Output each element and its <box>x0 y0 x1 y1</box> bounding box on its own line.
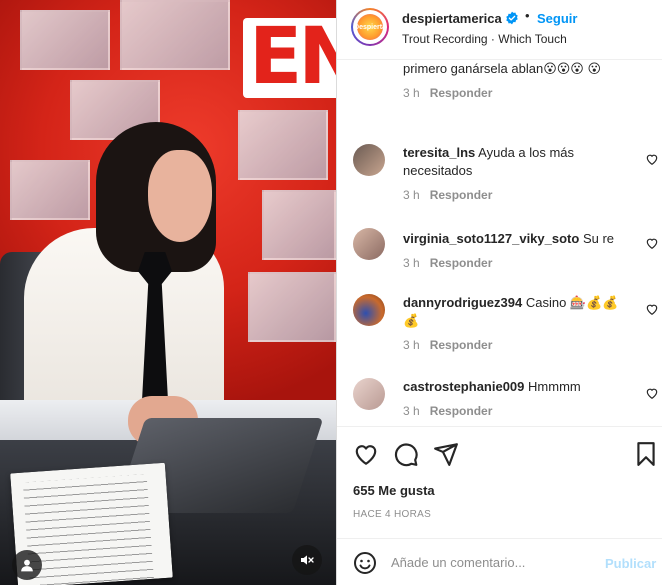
post-side-panel: Despierta despiertamerica • Seguir Trout… <box>336 0 662 585</box>
follow-button[interactable]: Seguir <box>537 11 577 26</box>
comment-time: 3 h <box>403 256 420 270</box>
mute-button[interactable] <box>292 545 322 575</box>
verified-badge-icon <box>506 11 518 25</box>
comments-list[interactable]: primero ganársela ablan😮😮😮 😮 3 h Responde… <box>337 60 662 426</box>
studio-screen <box>20 10 110 70</box>
like-comment-heart-icon[interactable] <box>645 386 659 400</box>
comment-meta: 3 h Responder <box>403 86 629 100</box>
commenter-avatar[interactable] <box>353 294 385 326</box>
comment-meta: 3 h Responder <box>403 256 629 270</box>
like-comment-heart-icon[interactable] <box>645 152 659 166</box>
like-comment-heart-icon[interactable] <box>645 236 659 250</box>
brand-logo: Despierta <box>354 14 386 40</box>
like-heart-icon[interactable] <box>353 441 379 467</box>
comment-text: primero ganársela ablan😮😮😮 😮 <box>403 61 602 76</box>
comment-meta: 3 h Responder <box>403 188 629 202</box>
comment-time: 3 h <box>403 86 420 100</box>
reply-button[interactable]: Responder <box>430 256 493 270</box>
share-send-icon[interactable] <box>433 441 459 467</box>
comment-time: 3 h <box>403 404 420 418</box>
comment-meta: 3 h Responder <box>403 338 629 352</box>
reply-button[interactable]: Responder <box>430 188 493 202</box>
studio-screen <box>120 0 230 70</box>
comment-bubble-icon[interactable] <box>393 441 419 467</box>
comment-text: virginia_soto1127_viky_soto Su re <box>403 230 629 248</box>
likes-count[interactable]: 655 Me gusta <box>353 483 435 498</box>
like-comment-heart-icon[interactable] <box>645 302 659 316</box>
news-banner-text: EN <box>249 18 336 98</box>
comment-text: teresita_lns Ayuda a los más necesitados <box>403 144 629 180</box>
comment-time: 3 h <box>403 338 420 352</box>
news-banner: EN <box>243 18 336 98</box>
publish-button[interactable]: Publicar <box>605 556 656 571</box>
comment-text: dannyrodriguez394 Casino 🎰💰💰 💰 <box>403 294 629 330</box>
commenter-username[interactable]: virginia_soto1127_viky_soto <box>403 231 579 246</box>
comment-composer: Publicar <box>337 538 662 585</box>
account-username[interactable]: despiertamerica <box>402 11 502 26</box>
comment-meta: 3 h Responder <box>403 404 629 418</box>
user-icon <box>21 559 33 572</box>
host-face <box>148 150 212 242</box>
studio-screen <box>238 110 328 180</box>
commenter-avatar[interactable] <box>353 144 385 176</box>
commenter-avatar[interactable] <box>353 378 385 410</box>
commenter-username[interactable]: castrostephanie009 <box>403 379 524 394</box>
header-separator: • <box>525 8 530 23</box>
account-avatar[interactable]: Despierta <box>351 8 389 46</box>
tagged-users-button[interactable] <box>12 550 42 580</box>
emoji-smile-icon[interactable] <box>353 551 377 575</box>
studio-screen <box>10 160 90 220</box>
reply-button[interactable]: Responder <box>430 86 493 100</box>
studio-screen <box>248 272 336 342</box>
post-header: Despierta despiertamerica • Seguir Trout… <box>337 0 662 60</box>
save-bookmark-icon[interactable] <box>633 441 659 467</box>
audio-attribution[interactable]: Trout Recording · Which Touch <box>402 32 567 46</box>
comment-time: 3 h <box>403 188 420 202</box>
comment-body: Hmmmm <box>528 379 581 394</box>
post-actions: 655 Me gusta HACE 4 HORAS <box>337 426 662 536</box>
commenter-username[interactable]: teresita_lns <box>403 145 475 160</box>
comment-input[interactable] <box>391 549 591 575</box>
comment-body: Su re <box>582 231 615 246</box>
reply-button[interactable]: Responder <box>430 338 493 352</box>
post-video[interactable]: EN <box>0 0 336 585</box>
commenter-avatar[interactable] <box>353 228 385 260</box>
comment-text: castrostephanie009 Hmmmm <box>403 378 629 396</box>
reply-button[interactable]: Responder <box>430 404 493 418</box>
post-timestamp: HACE 4 HORAS <box>353 509 432 520</box>
speaker-muted-icon <box>301 555 314 565</box>
commenter-username[interactable]: dannyrodriguez394 <box>403 295 522 310</box>
studio-screen <box>262 190 336 260</box>
